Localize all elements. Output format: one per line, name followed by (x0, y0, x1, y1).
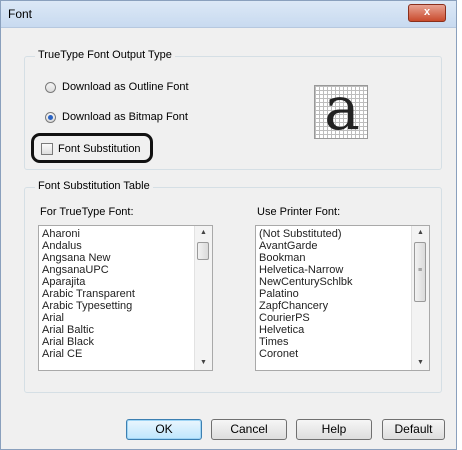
list-item[interactable]: Coronet (259, 348, 413, 360)
list-item[interactable]: Angsana New (42, 252, 196, 264)
list-item[interactable]: Bookman (259, 252, 413, 264)
scroll-up-arrow-icon[interactable]: ▲ (412, 226, 429, 240)
radio-bitmap-icon[interactable] (45, 111, 56, 123)
font-dialog: Font x TrueType Font Output Type Downloa… (0, 0, 457, 450)
list-item[interactable]: Arabic Typesetting (42, 300, 196, 312)
list-item[interactable]: AvantGarde (259, 240, 413, 252)
scroll-thumb[interactable] (197, 242, 209, 260)
title-bar: Font x (1, 1, 456, 28)
list-item[interactable]: Aharoni (42, 228, 196, 240)
bitmap-font-label: Download as Bitmap Font (62, 111, 188, 123)
window-title: Font (8, 7, 33, 21)
output-type-legend: TrueType Font Output Type (35, 49, 175, 61)
bitmap-font-radio[interactable]: Download as Bitmap Font (45, 111, 188, 123)
list-item[interactable]: NewCenturySchlbk (259, 276, 413, 288)
checkbox-icon[interactable] (41, 143, 53, 155)
close-button[interactable]: x (408, 4, 446, 22)
ok-button[interactable]: OK (126, 419, 202, 440)
list-item[interactable]: Arial (42, 312, 196, 324)
font-preview-grid: a (314, 74, 368, 144)
cancel-button[interactable]: Cancel (211, 419, 287, 440)
scroll-down-arrow-icon[interactable]: ▼ (412, 356, 429, 370)
printer-font-list[interactable]: (Not Substituted) AvantGarde Bookman Helvet… (255, 225, 430, 371)
list-item[interactable]: Helvetica (259, 324, 413, 336)
font-substitution-checkbox[interactable]: Font Substitution (41, 143, 141, 155)
list-item[interactable]: Andalus (42, 240, 196, 252)
list-item[interactable]: Arabic Transparent (42, 288, 196, 300)
list-item[interactable]: ZapfChancery (259, 300, 413, 312)
substitution-table-legend: Font Substitution Table (35, 180, 153, 192)
scroll-thumb[interactable]: ≡ (414, 242, 426, 302)
list-item[interactable]: AngsanaUPC (42, 264, 196, 276)
truetype-scrollbar[interactable]: ▲ ▼ (194, 226, 212, 370)
radio-outline-icon[interactable] (45, 81, 56, 93)
list-item[interactable]: Palatino (259, 288, 413, 300)
list-item[interactable]: Helvetica-Narrow (259, 264, 413, 276)
printer-scrollbar[interactable]: ▲ ≡ ▼ (411, 226, 429, 370)
outline-font-radio[interactable]: Download as Outline Font (45, 81, 189, 93)
default-button[interactable]: Default (382, 419, 445, 440)
font-substitution-label: Font Substitution (58, 143, 141, 155)
scroll-up-arrow-icon[interactable]: ▲ (195, 226, 212, 240)
outline-font-label: Download as Outline Font (62, 81, 189, 93)
scroll-down-arrow-icon[interactable]: ▼ (195, 356, 212, 370)
list-item[interactable]: Arial Black (42, 336, 196, 348)
truetype-column-label: For TrueType Font: (40, 206, 134, 218)
list-item[interactable]: CourierPS (259, 312, 413, 324)
list-item[interactable]: (Not Substituted) (259, 228, 413, 240)
help-button[interactable]: Help (296, 419, 372, 440)
truetype-font-list[interactable]: Aharoni Andalus Angsana New AngsanaUPC Apara… (38, 225, 213, 371)
preview-glyph: a (324, 74, 360, 144)
list-item[interactable]: Arial CE (42, 348, 196, 360)
list-item[interactable]: Times (259, 336, 413, 348)
list-item[interactable]: Arial Baltic (42, 324, 196, 336)
scroll-grip-icon: ≡ (418, 267, 423, 274)
printer-column-label: Use Printer Font: (257, 206, 341, 218)
list-item[interactable]: Aparajita (42, 276, 196, 288)
